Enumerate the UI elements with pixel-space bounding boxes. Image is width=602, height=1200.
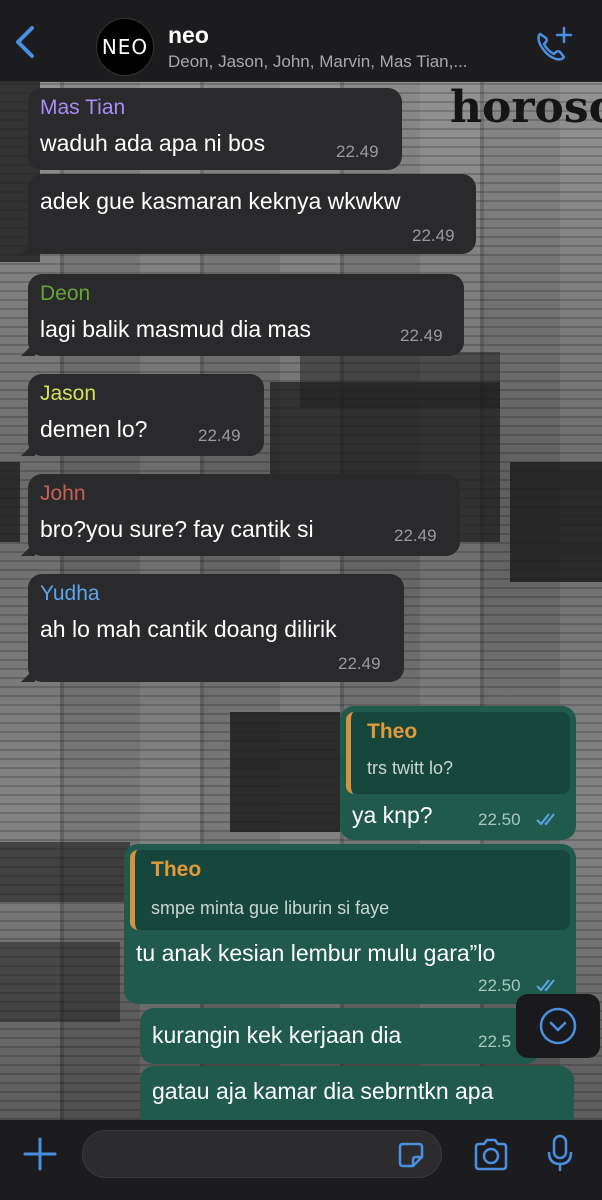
avatar-text: NEO (101, 35, 149, 59)
message-text: waduh ada apa ni bos (40, 130, 266, 156)
chevron-down-circle-icon (539, 1007, 577, 1045)
message-time: 22.49 (338, 654, 381, 673)
message-time: 22.49 (198, 426, 241, 445)
sender-name[interactable]: Mas Tian (40, 96, 125, 120)
message-time: 22.49 (394, 526, 437, 545)
microphone-icon[interactable] (546, 1134, 574, 1174)
read-ticks-icon (536, 813, 555, 826)
message-time: 22.50 (478, 810, 521, 829)
sender-name[interactable]: Deon (40, 282, 90, 306)
message-bubble-outgoing[interactable]: kurangin kek kerjaan dia 22.5 (140, 1008, 540, 1064)
sticker-icon[interactable] (396, 1140, 426, 1170)
plus-icon[interactable] (22, 1136, 58, 1172)
phone-plus-icon[interactable] (530, 24, 574, 68)
sender-name[interactable]: John (40, 482, 86, 506)
quote-text: smpe minta gue liburin si faye (151, 898, 390, 918)
message-bubble[interactable]: Jason demen lo? 22.49 (21, 374, 264, 456)
message-input-bar (0, 1120, 602, 1200)
message-time: 22.49 (400, 326, 443, 345)
message-bubble-outgoing[interactable]: Theo smpe minta gue liburin si faye tu a… (124, 844, 576, 1004)
message-bubble[interactable]: Mas Tian waduh ada apa ni bos 22.49 (28, 88, 402, 170)
chat-title[interactable]: neo (168, 22, 209, 49)
quote-sender: Theo (151, 858, 202, 881)
sender-name[interactable]: Jason (40, 382, 96, 406)
back-chevron-icon[interactable] (10, 20, 44, 64)
message-input[interactable] (82, 1130, 442, 1178)
message-text: bro?you sure? fay cantik si (40, 516, 314, 542)
group-members[interactable]: Deon, Jason, John, Marvin, Mas Tian,... (168, 52, 528, 72)
message-time: 22.50 (478, 976, 521, 995)
message-bubble[interactable]: adek gue kasmaran keknya wkwkw 22.49 (21, 174, 476, 254)
message-text: demen lo? (40, 416, 148, 442)
chat-header: NEO neo Deon, Jason, John, Marvin, Mas T… (0, 0, 602, 82)
message-text: adek gue kasmaran keknya wkwkw (40, 188, 401, 214)
quote-text: trs twitt lo? (367, 758, 454, 778)
message-text: kurangin kek kerjaan dia (152, 1022, 402, 1048)
message-bubble[interactable]: Deon lagi balik masmud dia mas 22.49 (21, 274, 464, 356)
message-time: 22.49 (412, 226, 455, 245)
message-bubble[interactable]: Yudha ah lo mah cantik doang dilirik 22.… (21, 574, 404, 682)
message-text: ah lo mah cantik doang dilirik (40, 616, 337, 642)
message-time: 22.49 (336, 142, 379, 161)
sender-name[interactable]: Yudha (40, 582, 100, 606)
read-ticks-icon (536, 979, 555, 992)
quoted-reply[interactable]: Theo smpe minta gue liburin si faye (130, 850, 570, 930)
camera-icon[interactable] (472, 1138, 510, 1172)
message-text: ya knp? (352, 802, 433, 828)
message-text: gatau aja kamar dia sebrntkn apa (152, 1078, 494, 1104)
message-text: lagi balik masmud dia mas (40, 316, 312, 342)
scroll-to-bottom-button[interactable] (516, 994, 600, 1058)
quoted-reply[interactable]: Theo trs twitt lo? (346, 712, 570, 794)
message-bubble-outgoing[interactable]: Theo trs twitt lo? ya knp? 22.50 (340, 706, 576, 840)
group-avatar[interactable]: NEO (96, 18, 154, 76)
message-time: 22.5 (478, 1032, 512, 1051)
message-bubble[interactable]: John bro?you sure? fay cantik si 22.49 (21, 474, 460, 556)
message-text: tu anak kesian lembur mulu gara”lo (136, 940, 496, 966)
quote-sender: Theo (367, 720, 418, 743)
